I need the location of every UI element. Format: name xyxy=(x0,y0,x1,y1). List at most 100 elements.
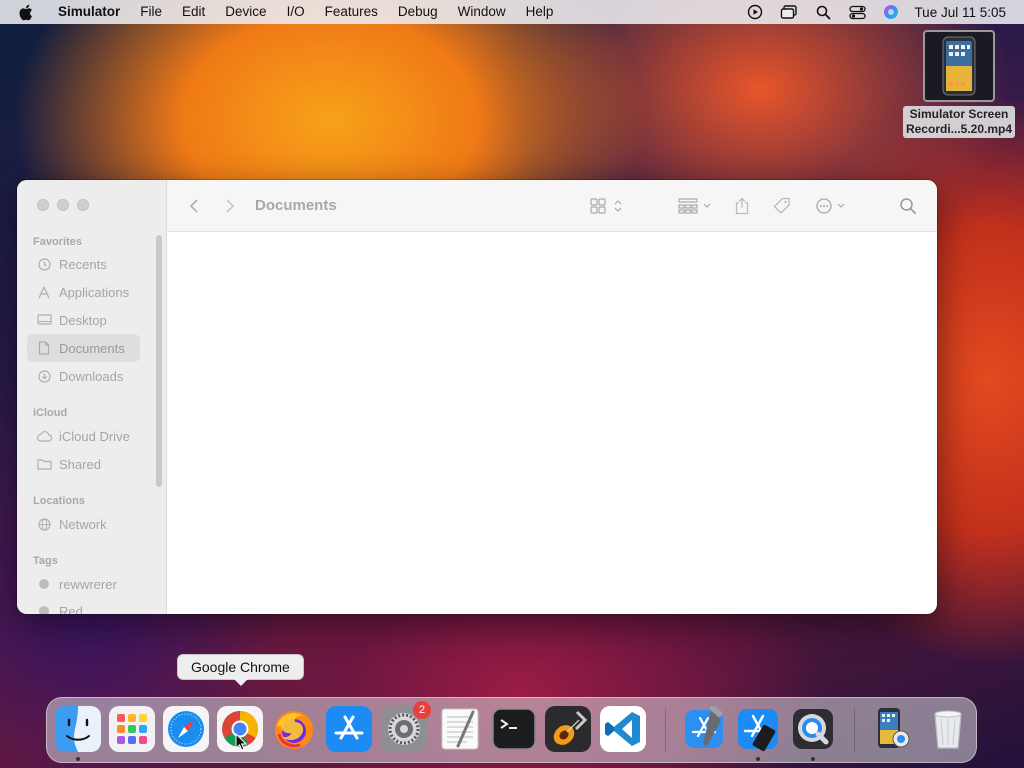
search-icon[interactable] xyxy=(899,195,917,217)
dock-separator xyxy=(854,708,855,752)
running-indicator xyxy=(756,757,760,761)
sidebar-item-desktop[interactable]: Desktop xyxy=(27,306,140,334)
xcode-icon xyxy=(685,706,723,748)
tag-color-dot xyxy=(39,579,49,589)
sidebar-item-label: Recents xyxy=(59,256,107,272)
desktop-file-recording[interactable]: Simulator Screen Recordi...5.20.mp4 xyxy=(898,30,1020,138)
view-mode-button[interactable] xyxy=(590,195,626,217)
running-indicator xyxy=(76,757,80,761)
sidebar-header-favorites: Favorites xyxy=(33,236,82,248)
sidebar-item-label: Desktop xyxy=(59,312,107,328)
vscode-icon xyxy=(600,706,646,752)
sidebar-item-label: Red xyxy=(59,603,83,615)
sidebar-item-icloud-drive[interactable]: iCloud Drive xyxy=(27,422,140,450)
finder-window: Favorites Recents Applications Desktop D… xyxy=(17,180,937,614)
dock-tooltip: Google Chrome xyxy=(177,654,304,686)
dock-simulator[interactable] xyxy=(735,706,781,752)
sidebar-item-label: Downloads xyxy=(59,368,124,384)
sidebar-item-downloads[interactable]: Downloads xyxy=(27,362,140,390)
menu-clock[interactable]: Tue Jul 11 5:05 xyxy=(914,5,1006,20)
menu-window[interactable]: Window xyxy=(448,0,516,24)
screen-mirroring-icon[interactable] xyxy=(780,3,798,21)
menu-app-name[interactable]: Simulator xyxy=(48,0,130,24)
back-button[interactable] xyxy=(188,195,200,217)
menu-bar: Simulator File Edit Device I/O Features … xyxy=(0,0,1024,24)
launchpad-icon xyxy=(109,706,155,752)
dock-app-store[interactable] xyxy=(326,706,372,752)
safari-icon xyxy=(163,706,209,752)
siri-icon[interactable] xyxy=(882,3,900,21)
dock-garageband[interactable] xyxy=(545,706,591,752)
close-window-button[interactable] xyxy=(37,199,49,211)
share-button[interactable] xyxy=(734,195,750,217)
app-store-icon xyxy=(326,706,372,752)
dock-firefox[interactable] xyxy=(271,706,317,752)
dock-trash[interactable] xyxy=(925,706,971,752)
zoom-window-button[interactable] xyxy=(77,199,89,211)
finder-icon xyxy=(55,706,101,752)
sidebar-header-locations: Locations xyxy=(33,495,85,507)
group-by-button[interactable] xyxy=(678,195,714,217)
desktop-icon xyxy=(36,312,52,328)
video-file-icon xyxy=(878,708,910,748)
video-thumbnail-icon xyxy=(923,30,995,102)
sidebar-item-documents[interactable]: Documents xyxy=(27,334,140,362)
sidebar-scrollbar[interactable] xyxy=(156,235,162,487)
minimize-window-button[interactable] xyxy=(57,199,69,211)
dock-xcode[interactable] xyxy=(681,706,727,752)
sidebar-tag-rewwrerer[interactable]: rewwrerer xyxy=(27,570,140,598)
search-icon[interactable] xyxy=(814,3,832,21)
window-controls xyxy=(37,199,89,211)
menu-device[interactable]: Device xyxy=(215,0,276,24)
window-title: Documents xyxy=(255,197,337,214)
download-icon xyxy=(36,368,52,384)
forward-button[interactable] xyxy=(224,195,236,217)
shared-folder-icon xyxy=(36,456,52,472)
firefox-icon xyxy=(275,711,313,749)
dock-safari[interactable] xyxy=(163,706,209,752)
dock-finder[interactable] xyxy=(55,706,101,752)
apple-menu-icon[interactable] xyxy=(18,3,36,21)
desktop-file-label: Simulator Screen Recordi...5.20.mp4 xyxy=(902,106,1016,138)
dock-quicktime-player[interactable] xyxy=(790,706,836,752)
trash-icon xyxy=(934,710,962,749)
sidebar-tag-red[interactable]: Red xyxy=(27,597,140,614)
dock-separator xyxy=(665,708,666,752)
simulator-icon xyxy=(738,709,778,752)
menu-debug[interactable]: Debug xyxy=(388,0,448,24)
applications-icon xyxy=(36,284,52,300)
tag-button[interactable] xyxy=(773,195,791,217)
menu-file[interactable]: File xyxy=(130,0,172,24)
dock: 2 xyxy=(46,697,977,763)
notification-badge: 2 xyxy=(413,701,431,719)
clock-icon xyxy=(36,256,52,272)
quicktime-icon xyxy=(793,709,833,749)
menu-features[interactable]: Features xyxy=(315,0,388,24)
menu-io[interactable]: I/O xyxy=(277,0,315,24)
sidebar-header-tags: Tags xyxy=(33,555,58,567)
file-label-line2: Recordi...5.20.mp4 xyxy=(905,122,1013,136)
terminal-icon xyxy=(492,708,536,750)
sidebar-item-label: Applications xyxy=(59,284,130,300)
play-circle-icon[interactable] xyxy=(746,3,764,21)
more-actions-button[interactable] xyxy=(815,195,851,217)
menu-help[interactable]: Help xyxy=(516,0,564,24)
dock-system-settings[interactable]: 2 xyxy=(381,701,431,752)
finder-toolbar: Documents xyxy=(167,180,937,232)
dock-terminal[interactable] xyxy=(491,706,537,752)
dock-launchpad[interactable] xyxy=(109,706,155,752)
dock-recent-screen-recording[interactable] xyxy=(870,706,916,752)
running-indicator xyxy=(811,757,815,761)
globe-icon xyxy=(36,516,52,532)
sidebar-item-shared[interactable]: Shared xyxy=(27,450,140,478)
sidebar-item-applications[interactable]: Applications xyxy=(27,278,140,306)
menu-edit[interactable]: Edit xyxy=(172,0,215,24)
dock-textedit[interactable] xyxy=(437,706,483,752)
file-label-line1: Simulator Screen xyxy=(909,107,1009,121)
control-center-icon[interactable] xyxy=(848,3,866,21)
sidebar-item-network[interactable]: Network xyxy=(27,510,140,538)
cloud-icon xyxy=(36,428,52,444)
sidebar-item-label: Network xyxy=(59,516,107,532)
dock-visual-studio-code[interactable] xyxy=(600,706,646,752)
sidebar-item-recents[interactable]: Recents xyxy=(27,250,140,278)
